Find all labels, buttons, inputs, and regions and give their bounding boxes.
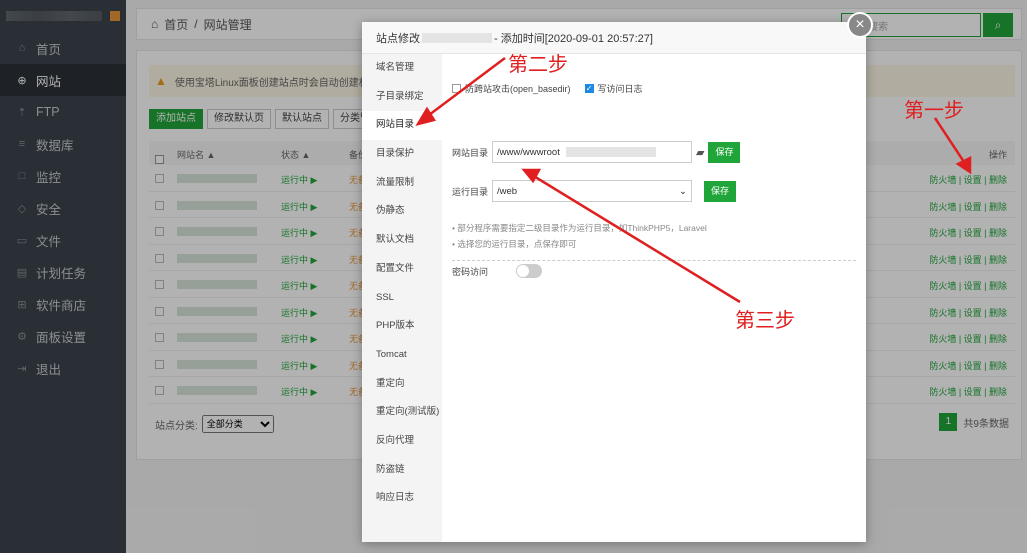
- annotation-step2: 第二步: [508, 52, 568, 76]
- arrow-step3: [531, 173, 741, 304]
- arrow-step2: [424, 57, 506, 119]
- arrow-step1: [933, 117, 968, 166]
- arrowhead-step1: [955, 155, 972, 175]
- annotation-step3: 第三步: [735, 308, 795, 332]
- annotation-arrows: [415, 57, 972, 304]
- annotation-step1: 第一步: [904, 98, 964, 122]
- arrowhead-step2: [415, 106, 436, 126]
